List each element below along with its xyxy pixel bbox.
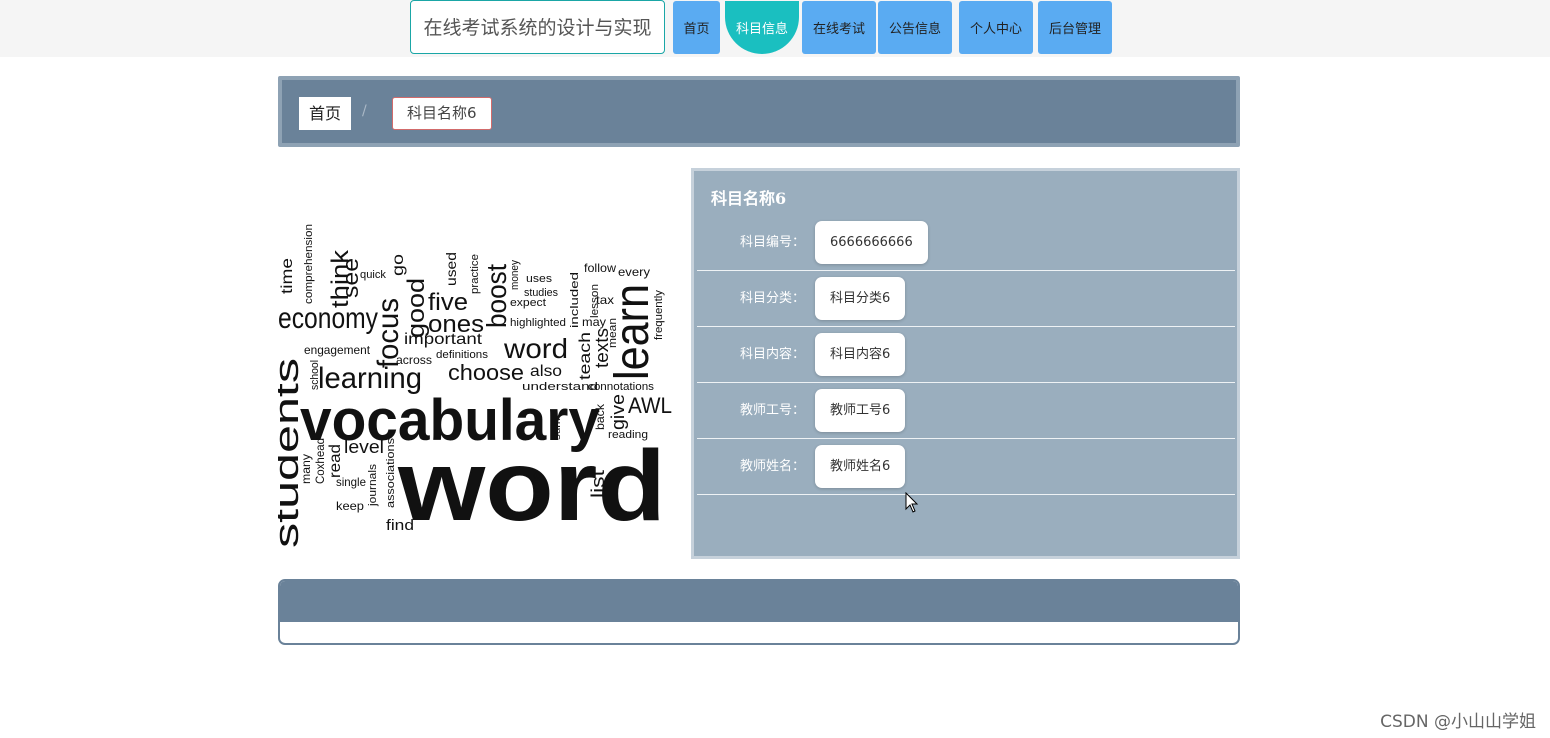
cloud-word: many [299, 454, 313, 484]
field-value: 科目分类6 [815, 277, 906, 320]
cloud-word: read [327, 444, 344, 478]
cloud-word: quick [360, 269, 386, 281]
cloud-word: connotations [588, 381, 655, 393]
cloud-word: go [390, 254, 407, 276]
cloud-word: definitions [436, 349, 489, 361]
cloud-word: back [593, 403, 607, 430]
subject-detail-panel: 科目名称6 科目编号： 6666666666 科目分类： 科目分类6 科目内容：… [691, 168, 1240, 559]
cloud-word: practice [469, 254, 481, 294]
top-bar: 在线考试系统的设计与实现 首页 科目信息 在线考试 公告信息 个人中心 后台管理 [0, 0, 1550, 57]
cloud-word: AWL [628, 393, 672, 418]
cloud-word: Coxhead [313, 438, 327, 484]
breadcrumb-home[interactable]: 首页 [299, 97, 352, 130]
cloud-word: included [569, 272, 581, 328]
cloud-word: time [279, 258, 296, 294]
word-cloud-image: vocabulary word learning focus economy s… [278, 224, 672, 548]
nav-subject-info[interactable]: 科目信息 [725, 1, 799, 54]
cloud-word: good [403, 278, 430, 338]
cloud-word: teach [577, 332, 594, 380]
detail-title: 科目名称6 [711, 189, 787, 208]
cloud-word: find [386, 517, 414, 534]
cloud-word: comprehension [303, 224, 315, 304]
cloud-word: highlighted [510, 317, 566, 329]
field-label: 教师姓名： [739, 459, 805, 474]
cloud-word: follow [584, 261, 616, 275]
cloud-word: school [309, 360, 321, 390]
cloud-word: important [404, 331, 483, 348]
cloud-word: across [396, 353, 432, 367]
cloud-word: note [529, 472, 543, 498]
breadcrumb: 首页 / 科目名称6 [278, 76, 1240, 147]
cloud-word: sum [551, 418, 563, 440]
bottom-panel [278, 579, 1240, 645]
cloud-word: engagement [304, 343, 371, 357]
cloud-word: boost [481, 264, 512, 328]
subject-image: vocabulary word learning focus economy s… [278, 168, 672, 548]
nav-admin[interactable]: 后台管理 [1038, 1, 1112, 54]
detail-row-subject-content: 科目内容： 科目内容6 [697, 327, 1235, 383]
cloud-word: journals [367, 463, 379, 507]
nav-online-exam[interactable]: 在线考试 [802, 1, 876, 54]
nav-personal-center[interactable]: 个人中心 [959, 1, 1033, 54]
site-title: 在线考试系统的设计与实现 [410, 0, 665, 54]
cloud-word: keep [336, 499, 364, 513]
cloud-word: list [588, 470, 608, 498]
cloud-word: mean [607, 318, 619, 348]
cloud-word: word [503, 333, 568, 364]
cloud-word: give [608, 394, 628, 430]
cloud-word: reading [608, 429, 648, 441]
cloud-word: understand [522, 381, 598, 393]
field-value: 6666666666 [815, 221, 928, 264]
field-value: 教师姓名6 [815, 445, 906, 488]
bottom-panel-header [280, 581, 1238, 622]
cloud-word: every [618, 265, 650, 279]
field-label: 科目编号： [739, 235, 805, 250]
cloud-word: money [509, 260, 521, 290]
detail-row-teacher-name: 教师姓名： 教师姓名6 [697, 439, 1235, 495]
cloud-word: may [582, 315, 606, 329]
breadcrumb-separator: / [362, 103, 367, 119]
cloud-word: tax [596, 293, 614, 307]
detail-row-subject-code: 科目编号： 6666666666 [697, 215, 1235, 271]
breadcrumb-current: 科目名称6 [392, 97, 492, 130]
detail-row-teacher-id: 教师工号： 教师工号6 [697, 383, 1235, 439]
cloud-word: frequently [653, 289, 665, 340]
field-label: 教师工号： [739, 403, 805, 418]
cloud-word: students [278, 358, 306, 548]
field-label: 科目分类： [739, 291, 805, 306]
field-value: 科目内容6 [815, 333, 906, 376]
cloud-word: also [530, 363, 562, 380]
cloud-word: associations [385, 437, 397, 508]
cloud-word: expect [510, 297, 546, 309]
field-value: 教师工号6 [815, 389, 906, 432]
field-label: 科目内容： [739, 347, 805, 362]
cloud-word: single [336, 475, 366, 489]
cloud-word: uses [526, 273, 553, 285]
nav-home[interactable]: 首页 [673, 1, 720, 54]
nav-announcements[interactable]: 公告信息 [878, 1, 952, 54]
mouse-cursor-icon [905, 492, 919, 513]
cloud-word: level [344, 437, 384, 457]
watermark: CSDN @小山山学姐 [1380, 712, 1536, 732]
cloud-word: used [443, 252, 459, 286]
detail-row-subject-category: 科目分类： 科目分类6 [697, 271, 1235, 327]
